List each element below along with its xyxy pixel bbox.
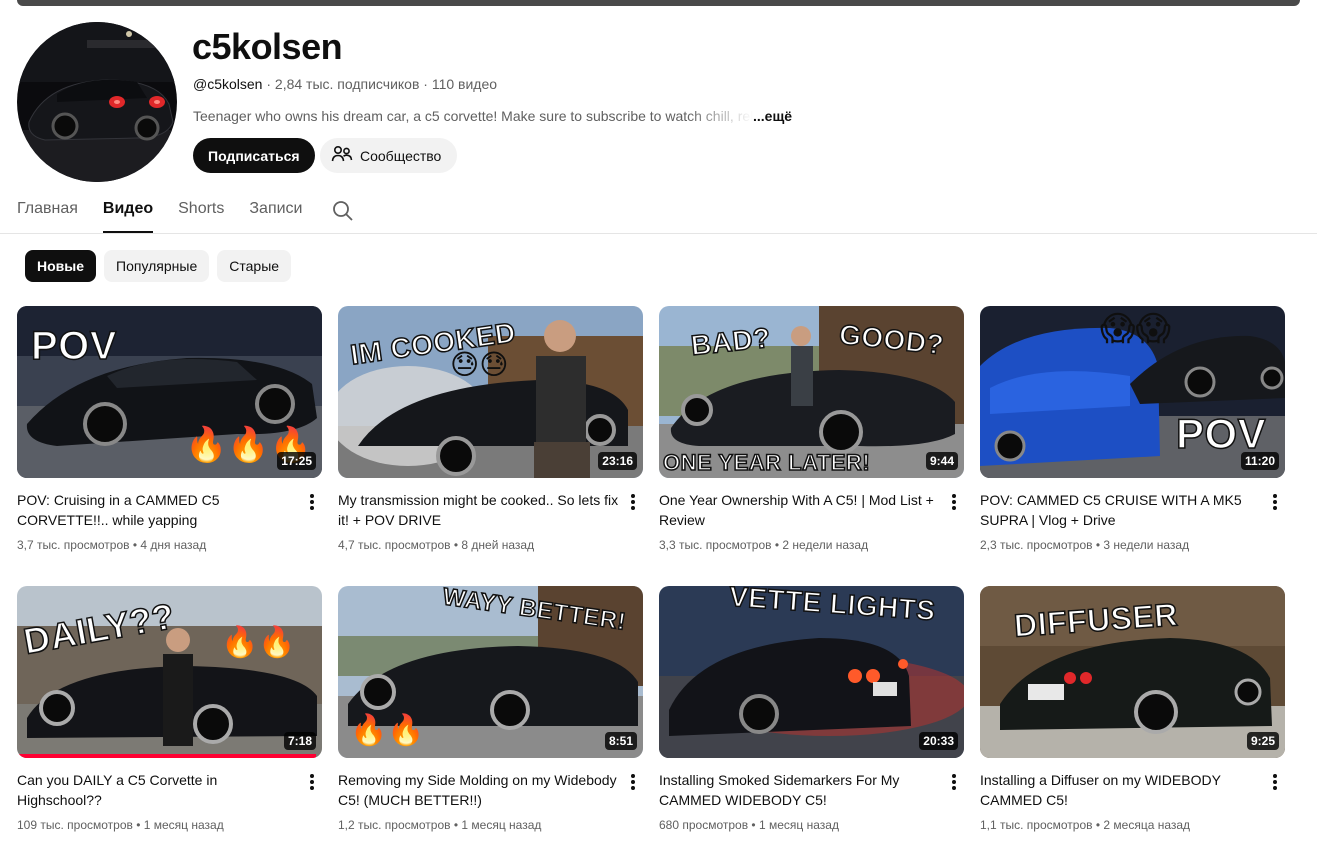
video-duration: 8:51 (604, 732, 637, 750)
chip-oldest[interactable]: Старые (217, 250, 292, 282)
thumbnail-overlay-text: POV (30, 323, 117, 369)
video-thumbnail[interactable]: BAD? GOOD? ONE YEAR LATER! 9:44 (659, 306, 964, 478)
channel-stats: · 2,84 тыс. подписчиков · 110 видео (262, 76, 498, 92)
video-stats: 1,1 тыс. просмотров • 2 месяца назад (980, 818, 1191, 832)
video-card[interactable]: POV 🔥🔥🔥 17:25 POV: Cruising in a CAMMED … (17, 306, 322, 552)
video-stats: 680 просмотров • 1 месяц назад (659, 818, 839, 832)
video-duration: 7:18 (283, 732, 316, 750)
video-stats: 3,3 тыс. просмотров • 2 недели назад (659, 538, 869, 552)
video-thumbnail[interactable]: POV 🔥🔥🔥 17:25 (17, 306, 322, 478)
community-icon (330, 142, 354, 169)
channel-tabs: Главная Видео Shorts Записи (17, 196, 327, 234)
channel-description[interactable]: Teenager who owns his dream car, a c5 co… (193, 107, 792, 125)
video-thumbnail[interactable]: 😱😱 POV 11:20 (980, 306, 1285, 478)
video-duration: 9:44 (925, 452, 958, 470)
video-card[interactable]: WAYY BETTER! 🔥🔥 8:51 Removing my Side Mo… (338, 586, 643, 832)
chip-popular[interactable]: Популярные (104, 250, 210, 282)
video-title[interactable]: POV: Cruising in a CAMMED C5 CORVETTE!!.… (17, 490, 303, 530)
channel-handle[interactable]: @c5kolsen (193, 76, 262, 92)
video-card[interactable]: IM COOKED 😓😓 23:16 My transmission might… (338, 306, 643, 552)
more-options-icon[interactable] (944, 492, 964, 512)
channel-meta: @c5kolsen · 2,84 тыс. подписчиков · 110 … (193, 75, 497, 93)
video-thumbnail[interactable]: VETTE LIGHTS 20:33 (659, 586, 964, 758)
video-title[interactable]: Installing a Diffuser on my WIDEBODY CAM… (980, 770, 1266, 810)
fire-icon: 🔥🔥 (350, 714, 425, 747)
more-options-icon[interactable] (944, 772, 964, 792)
video-thumbnail[interactable]: DAILY?? 🔥🔥 7:18 (17, 586, 322, 758)
channel-description-text: Teenager who owns his dream car, a c5 co… (193, 108, 753, 124)
more-options-icon[interactable] (623, 492, 643, 512)
video-card[interactable]: BAD? GOOD? ONE YEAR LATER! 9:44 One Year… (659, 306, 964, 552)
more-options-icon[interactable] (1265, 492, 1285, 512)
search-icon[interactable] (331, 199, 355, 228)
video-title[interactable]: My transmission might be cooked.. So let… (338, 490, 624, 530)
more-options-icon[interactable] (302, 772, 322, 792)
subscribe-button[interactable]: Подписаться (193, 138, 315, 173)
community-label: Сообщество (360, 147, 442, 164)
tab-videos[interactable]: Видео (102, 196, 154, 234)
more-options-icon[interactable] (1265, 772, 1285, 792)
sweat-emoji-icon: 😓😓 (450, 349, 509, 380)
video-title[interactable]: One Year Ownership With A C5! | Mod List… (659, 490, 945, 530)
video-card[interactable]: DAILY?? 🔥🔥 7:18 Can you DAILY a C5 Corve… (17, 586, 322, 832)
video-stats: 3,7 тыс. просмотров • 4 дня назад (17, 538, 207, 552)
more-options-icon[interactable] (302, 492, 322, 512)
video-title[interactable]: POV: CAMMED C5 CRUISE WITH A MK5 SUPRA |… (980, 490, 1266, 530)
video-duration: 20:33 (919, 732, 958, 750)
video-stats: 109 тыс. просмотров • 1 месяц назад (17, 818, 224, 832)
community-button[interactable]: Сообщество (320, 138, 458, 173)
video-duration: 11:20 (1240, 452, 1279, 470)
video-duration: 23:16 (598, 452, 637, 470)
video-thumbnail[interactable]: WAYY BETTER! 🔥🔥 8:51 (338, 586, 643, 758)
more-options-icon[interactable] (623, 772, 643, 792)
video-title[interactable]: Removing my Side Molding on my Widebody … (338, 770, 624, 810)
tab-posts[interactable]: Записи (249, 196, 302, 234)
tab-home[interactable]: Главная (17, 196, 78, 234)
video-title[interactable]: Installing Smoked Sidemarkers For My CAM… (659, 770, 945, 810)
video-card[interactable]: 😱😱 POV 11:20 POV: CAMMED C5 CRUISE WITH … (980, 306, 1285, 552)
video-stats: 1,2 тыс. просмотров • 1 месяц назад (338, 818, 542, 832)
video-thumbnail[interactable]: IM COOKED 😓😓 23:16 (338, 306, 643, 478)
description-more-link[interactable]: ...ещё (753, 108, 792, 124)
tab-shorts[interactable]: Shorts (178, 196, 224, 234)
channel-name: c5kolsen (192, 26, 343, 67)
video-title[interactable]: Can you DAILY a C5 Corvette in Highschoo… (17, 770, 303, 810)
video-duration: 17:25 (277, 452, 316, 470)
tabs-divider (0, 233, 1317, 234)
watch-progress-bar (17, 754, 316, 758)
video-stats: 4,7 тыс. просмотров • 8 дней назад (338, 538, 535, 552)
thumbnail-overlay-text: ONE YEAR LATER! (662, 449, 871, 476)
channel-banner[interactable] (17, 0, 1300, 6)
chip-newest[interactable]: Новые (25, 250, 97, 282)
thumbnail-overlay-text: POV (1175, 409, 1267, 458)
video-duration: 9:25 (1246, 732, 1279, 750)
video-thumbnail[interactable]: DIFFUSER 9:25 (980, 586, 1285, 758)
sort-chips: Новые Популярные Старые (25, 250, 292, 282)
video-card[interactable]: VETTE LIGHTS 20:33 Installing Smoked Sid… (659, 586, 964, 832)
video-card[interactable]: DIFFUSER 9:25 Installing a Diffuser on m… (980, 586, 1285, 832)
video-stats: 2,3 тыс. просмотров • 3 недели назад (980, 538, 1190, 552)
channel-avatar[interactable] (17, 22, 177, 182)
fire-icon: 🔥🔥 (221, 626, 296, 659)
scream-emoji-icon: 😱😱 (1100, 310, 1171, 348)
